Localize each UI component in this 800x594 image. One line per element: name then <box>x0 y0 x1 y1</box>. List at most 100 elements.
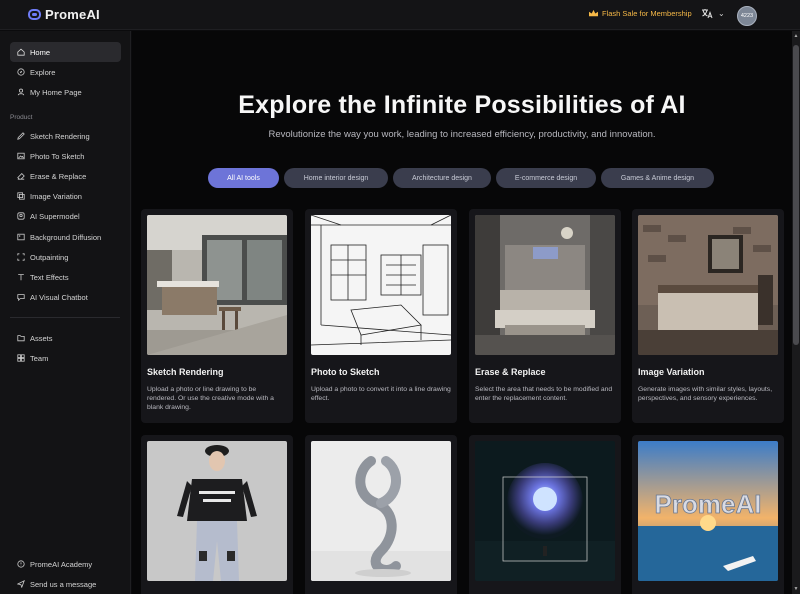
logo[interactable]: PromeAI <box>28 7 100 22</box>
filter-home-interior-design[interactable]: Home interior design <box>284 168 388 188</box>
tool-card-background-diffusion[interactable] <box>305 435 457 594</box>
card-image <box>311 441 451 581</box>
tool-card-text-effects[interactable]: PromeAI <box>632 435 784 594</box>
filter-games-anime-design[interactable]: Games & Anime design <box>601 168 714 188</box>
sidebar-item-label: AI Supermodel <box>30 211 80 221</box>
sketch-icon <box>17 132 25 140</box>
card-title: Sketch Rendering <box>147 367 224 377</box>
sidebar-item-assets[interactable]: Assets <box>10 328 121 348</box>
sidebar-item-label: Assets <box>30 333 53 343</box>
variation-icon <box>17 192 25 200</box>
sidebar-item-label: Send us a message <box>30 579 97 589</box>
sidebar-item-ai-visual-chatbot[interactable]: AI Visual Chatbot <box>10 287 121 307</box>
compass-icon <box>17 68 25 76</box>
academy-icon <box>17 560 25 568</box>
sidebar-item-label: Home <box>30 47 51 57</box>
sidebar-item-label: Team <box>30 353 49 363</box>
main-content: Explore the Infinite Possibilities of AI… <box>132 31 792 594</box>
filter-all-ai-tools[interactable]: All AI tools <box>208 168 279 188</box>
sidebar-item-ai-supermodel[interactable]: AI Supermodel <box>10 206 121 226</box>
tool-card-sketch-rendering[interactable]: Sketch Rendering Upload a photo or line … <box>141 209 293 423</box>
translate-icon <box>702 9 713 19</box>
flash-sale-text: Flash Sale for Membership <box>602 9 692 18</box>
sidebar-item-text-effects[interactable]: Text Effects <box>10 267 121 287</box>
outpaint-icon <box>17 253 25 261</box>
sidebar-item-label: Photo To Sketch <box>30 151 85 161</box>
sidebar-item-home[interactable]: Home <box>10 42 121 62</box>
tool-card-outpainting[interactable] <box>469 435 621 594</box>
card-image <box>638 215 778 355</box>
scrollbar-thumb[interactable] <box>793 45 799 345</box>
crown-icon <box>589 9 598 17</box>
avatar[interactable]: 4223 <box>737 6 757 26</box>
tool-card-image-variation[interactable]: Image Variation Generate images with sim… <box>632 209 784 423</box>
sidebar-item-label: Outpainting <box>30 252 69 262</box>
tool-card-photo-to-sketch[interactable]: Photo to Sketch Upload a photo to conver… <box>305 209 457 423</box>
sidebar-item-label: Image Variation <box>30 191 82 201</box>
sidebar-item-photo-to-sketch[interactable]: Photo To Sketch <box>10 146 121 166</box>
sidebar-item-explore[interactable]: Explore <box>10 62 121 82</box>
sidebar: Home Explore My Home Page Product Sketch… <box>0 31 131 594</box>
avatar-text: 4223 <box>740 13 754 19</box>
top-bar: PromeAI Flash Sale for Membership ⌄ 4223 <box>0 0 800 30</box>
sidebar-item-send-message[interactable]: Send us a message <box>10 574 121 594</box>
send-icon <box>17 580 25 588</box>
sidebar-item-background-diffusion[interactable]: Background Diffusion <box>10 227 121 247</box>
sidebar-item-label: Explore <box>30 67 56 77</box>
card-description: Upload a photo to convert it into a line… <box>311 386 451 402</box>
chevron-down-icon: ⌄ <box>718 9 725 18</box>
card-image <box>475 215 615 355</box>
language-switcher[interactable]: ⌄ <box>701 8 725 19</box>
tool-card-ai-supermodel[interactable] <box>141 435 293 594</box>
sidebar-item-image-variation[interactable]: Image Variation <box>10 186 121 206</box>
scroll-down-icon[interactable]: ▼ <box>792 584 800 594</box>
filter-architecture-design[interactable]: Architecture design <box>393 168 491 188</box>
filter-tabs: All AI tools Home interior design Archit… <box>208 168 714 188</box>
card-description: Select the area that needs to be modifie… <box>475 386 613 402</box>
text-icon <box>18 274 24 281</box>
filter-ecommerce-design[interactable]: E-commerce design <box>496 168 596 188</box>
sidebar-item-label: Background Diffusion <box>30 232 102 242</box>
background-icon <box>17 233 25 241</box>
photo-icon <box>17 152 25 160</box>
watermark-text: PromeAI <box>655 489 762 519</box>
logo-text: PromeAI <box>45 7 100 22</box>
card-description: Upload a photo or line drawing to be ren… <box>147 386 274 411</box>
card-image <box>311 215 451 355</box>
sidebar-item-team[interactable]: Team <box>10 348 121 368</box>
chat-icon <box>17 294 25 301</box>
sidebar-item-label: AI Visual Chatbot <box>30 292 88 302</box>
card-image <box>147 215 287 355</box>
folder-icon <box>17 335 25 342</box>
sidebar-item-outpainting[interactable]: Outpainting <box>10 247 121 267</box>
page-scrollbar[interactable]: ▲ ▼ <box>792 31 800 594</box>
flash-sale-link[interactable]: Flash Sale for Membership <box>588 9 692 18</box>
sidebar-item-label: Text Effects <box>30 272 69 282</box>
card-description: Generate images with similar styles, lay… <box>638 386 773 402</box>
sidebar-item-erase-replace[interactable]: Erase & Replace <box>10 166 121 186</box>
scroll-up-icon[interactable]: ▲ <box>792 31 800 41</box>
sidebar-item-label: Erase & Replace <box>30 171 87 181</box>
card-image <box>475 441 615 581</box>
sidebar-item-label: Sketch Rendering <box>30 131 90 141</box>
model-icon <box>17 212 25 220</box>
card-title: Photo to Sketch <box>311 367 380 377</box>
section-label-product: Product <box>10 114 33 121</box>
page-title: Explore the Infinite Possibilities of AI <box>238 91 686 119</box>
home-icon <box>17 48 25 56</box>
sidebar-item-label: PromeAI Academy <box>30 559 93 569</box>
card-title: Erase & Replace <box>475 367 546 377</box>
sidebar-item-my-home-page[interactable]: My Home Page <box>10 82 121 102</box>
tool-card-erase-replace[interactable]: Erase & Replace Select the area that nee… <box>469 209 621 423</box>
sidebar-item-sketch-rendering[interactable]: Sketch Rendering <box>10 126 121 146</box>
logo-icon <box>28 9 41 20</box>
card-image: PromeAI <box>638 441 778 581</box>
card-title: Image Variation <box>638 367 705 377</box>
sidebar-divider <box>10 317 120 318</box>
eraser-icon <box>17 173 25 180</box>
team-icon <box>17 354 25 362</box>
page-subtitle: Revolutionize the way you work, leading … <box>268 129 656 140</box>
sidebar-item-label: My Home Page <box>30 87 82 97</box>
sidebar-item-promeai-academy[interactable]: PromeAI Academy <box>10 554 121 574</box>
user-icon <box>17 88 25 96</box>
